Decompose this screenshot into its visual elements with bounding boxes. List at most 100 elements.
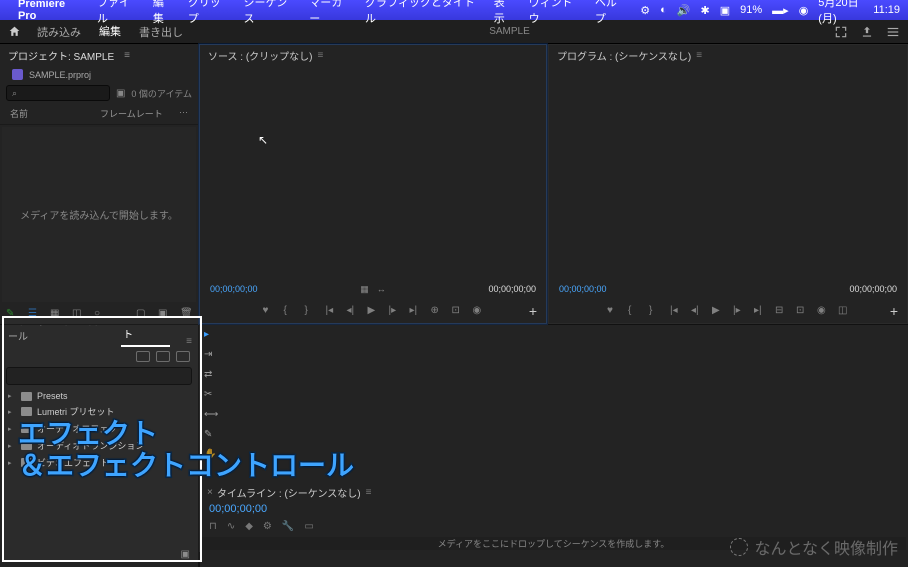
tab-effect-controls[interactable]: エフェクトコントロール (6, 325, 109, 347)
ws-import[interactable]: 読み込み (35, 19, 83, 45)
menu-marker[interactable]: マーカー (309, 0, 351, 26)
ws-export[interactable]: 書き出し (137, 19, 185, 45)
ws-edit[interactable]: 編集 (97, 18, 123, 46)
goto-out-icon[interactable]: ▸| (754, 305, 765, 316)
cursor-icon: ↖ (258, 133, 268, 147)
menubar-time[interactable]: 11:19 (873, 4, 900, 16)
marker-icon[interactable]: ♥ (607, 305, 618, 316)
panel-menu-icon[interactable]: ≡ (366, 487, 372, 498)
selection-tool-icon[interactable]: ▸ (204, 329, 218, 343)
export-frame-icon[interactable]: ◉ (817, 305, 828, 316)
tab-effects[interactable]: エフェクト (121, 325, 170, 347)
col-menu-icon[interactable]: ⋯ (179, 107, 188, 120)
share-icon[interactable] (860, 25, 874, 39)
export-frame-icon[interactable]: ◉ (473, 305, 484, 316)
fx-badge-icon[interactable] (136, 351, 150, 362)
menu-view[interactable]: 表示 (494, 0, 515, 26)
fit-icon[interactable]: ▦ (360, 284, 369, 295)
in-point-icon[interactable]: { (284, 305, 295, 316)
freeform-view-icon[interactable]: ◫ (72, 308, 84, 320)
snap-icon[interactable]: ⊓ (209, 521, 217, 532)
goto-out-icon[interactable]: ▸| (410, 305, 421, 316)
new-item-icon[interactable]: ▣ (158, 308, 170, 320)
settings-icon[interactable]: ⚙ (263, 521, 272, 532)
source-tab-title[interactable]: ソース : (クリップなし) (208, 48, 313, 63)
wifi-icon[interactable]: ◉ (799, 4, 809, 17)
program-viewport[interactable] (549, 65, 907, 281)
source-transport: ♥ { } |◂ ◂| ▶ |▸ ▸| ⊕ ⊡ ◉ (200, 297, 546, 323)
zoom-slider[interactable]: ○ (94, 308, 106, 320)
lift-icon[interactable]: ⊟ (775, 305, 786, 316)
source-viewport[interactable]: ↖ (200, 65, 546, 281)
close-icon[interactable]: × (207, 487, 213, 498)
goto-in-icon[interactable]: |◂ (326, 305, 337, 316)
settings-icon[interactable]: ↔ (377, 284, 386, 294)
volume-icon[interactable]: 🔊 (677, 4, 691, 17)
project-file-row[interactable]: SAMPLE.prproj (0, 66, 198, 83)
trash-icon[interactable]: 🗑 (180, 308, 192, 320)
step-fwd-icon[interactable]: |▸ (389, 305, 400, 316)
new-bin-icon[interactable]: ▣ (181, 549, 190, 567)
in-point-icon[interactable]: { (628, 305, 639, 316)
play-icon[interactable]: ▶ (368, 305, 379, 316)
play-icon[interactable]: ▶ (712, 305, 723, 316)
project-search-input[interactable]: ⌕ (6, 85, 110, 101)
col-framerate[interactable]: フレームレート (100, 107, 163, 120)
menu-window[interactable]: ウィンドウ (529, 0, 581, 26)
goto-in-icon[interactable]: |◂ (670, 305, 681, 316)
program-tc-in[interactable]: 00;00;00;00 (559, 284, 607, 294)
insert-icon[interactable]: ⊕ (431, 305, 442, 316)
fullscreen-icon[interactable] (834, 25, 848, 39)
marker-icon[interactable]: ◆ (245, 521, 253, 532)
track-select-tool-icon[interactable]: ⇥ (204, 349, 218, 363)
watermark-icon (730, 538, 748, 556)
battery-percent: 91% (740, 4, 762, 16)
program-tab-title[interactable]: プログラム : (シーケンスなし) (557, 48, 691, 63)
list-view-icon[interactable]: ☰ (28, 308, 40, 320)
project-empty-msg[interactable]: メディアを読み込んで開始します。 (2, 127, 196, 302)
compare-icon[interactable]: ◫ (838, 305, 849, 316)
step-back-icon[interactable]: ◂| (691, 305, 702, 316)
overwrite-icon[interactable]: ⊡ (452, 305, 463, 316)
timeline-tab-title[interactable]: タイムライン : (シーケンスなし) (217, 485, 361, 500)
add-button-icon[interactable]: + (526, 304, 540, 318)
bin-icon[interactable]: ▣ (116, 88, 125, 99)
razor-tool-icon[interactable]: ✂ (204, 389, 218, 403)
menu-clip[interactable]: クリップ (188, 0, 230, 26)
new-bin-icon[interactable]: ▢ (136, 308, 148, 320)
wrench-icon[interactable]: 🔧 (282, 521, 294, 532)
col-name[interactable]: 名前 (10, 107, 100, 120)
fx-badge-icon[interactable] (156, 351, 170, 362)
fx-badge-icon[interactable] (176, 351, 190, 362)
step-fwd-icon[interactable]: |▸ (733, 305, 744, 316)
search-icon: ⌕ (12, 88, 17, 99)
menu-sequence[interactable]: シーケンス (244, 0, 296, 26)
panel-menu-icon[interactable]: ≡ (696, 50, 702, 61)
out-point-icon[interactable]: } (305, 305, 316, 316)
workspace-menu-icon[interactable] (886, 25, 900, 39)
extract-icon[interactable]: ⊡ (796, 305, 807, 316)
home-icon[interactable] (8, 25, 21, 38)
menu-graphics[interactable]: グラフィックとタイトル (365, 0, 480, 26)
marker-icon[interactable]: ♥ (263, 305, 274, 316)
caption-icon[interactable]: ▭ (304, 521, 313, 532)
icon-view-icon[interactable]: ▦ (50, 308, 62, 320)
pen-icon[interactable]: ✎ (6, 308, 18, 320)
out-point-icon[interactable]: } (649, 305, 660, 316)
panel-menu-icon[interactable]: ≡ (318, 50, 324, 61)
panel-menu-icon[interactable]: ≡ (186, 336, 192, 347)
source-tc-in[interactable]: 00;00;00;00 (210, 284, 258, 294)
step-back-icon[interactable]: ◂| (347, 305, 358, 316)
effects-folder[interactable]: ▸Presets (6, 389, 192, 403)
effects-search-input[interactable] (6, 367, 192, 385)
menu-help[interactable]: ヘルプ (595, 0, 626, 26)
panel-menu-icon[interactable]: ≡ (124, 50, 130, 61)
screen-icon[interactable]: ▣ (720, 4, 730, 17)
link-icon[interactable]: ∿ (227, 521, 235, 532)
bluetooth-icon[interactable]: ✱ (701, 4, 710, 17)
timeline-timecode[interactable]: 00;00;00;00 (199, 501, 908, 517)
add-button-icon[interactable]: + (887, 304, 901, 318)
project-panel-title[interactable]: プロジェクト: SAMPLE (8, 48, 114, 63)
menubar-date[interactable]: 5月20日(月) (818, 0, 863, 26)
ripple-tool-icon[interactable]: ⇄ (204, 369, 218, 383)
